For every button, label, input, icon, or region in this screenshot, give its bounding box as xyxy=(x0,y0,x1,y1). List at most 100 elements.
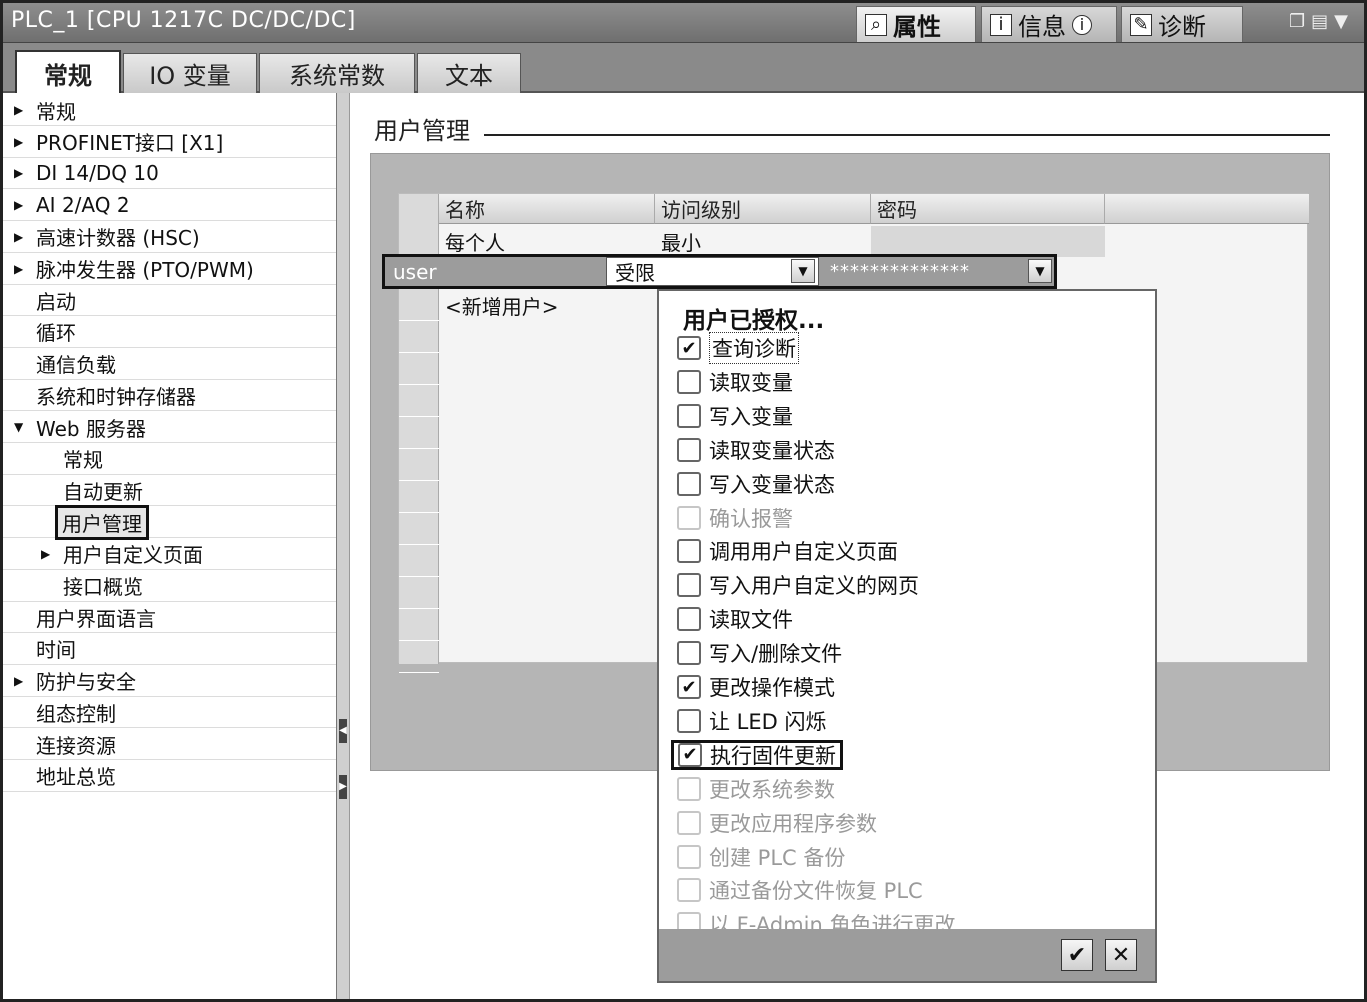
expand-right-icon[interactable]: ▶ xyxy=(14,198,23,212)
permission-option[interactable]: 让 LED 闪烁 xyxy=(677,706,827,736)
sidebar-item[interactable]: 系统和时钟存储器 xyxy=(3,380,336,412)
expand-right-icon[interactable]: ▶ xyxy=(339,775,347,799)
permission-option[interactable]: ✔ 查询诊断 xyxy=(677,332,799,364)
sidebar-item[interactable]: 用户管理 xyxy=(3,504,336,540)
checkbox-icon[interactable] xyxy=(677,708,701,733)
expand-right-icon[interactable]: ▶ xyxy=(14,262,23,276)
chevron-down-icon[interactable]: ▼ xyxy=(1334,11,1354,32)
permission-option[interactable]: 写入/删除文件 xyxy=(677,638,842,668)
panel-tab-diagnostics[interactable]: ✎ 诊断 xyxy=(1121,6,1243,42)
checkbox-checked-icon[interactable]: ✔ xyxy=(678,742,702,767)
permission-option[interactable]: 写入变量状态 xyxy=(677,469,835,499)
permission-option[interactable]: ✔ 执行固件更新 xyxy=(671,739,843,770)
checkbox-icon[interactable] xyxy=(677,403,701,428)
sidebar-item[interactable]: 连接资源 xyxy=(3,729,336,760)
permission-option[interactable]: 读取文件 xyxy=(677,604,793,634)
permission-label: 读取变量状态 xyxy=(709,438,835,463)
window-controls[interactable]: ❐▤▼ xyxy=(1289,11,1354,32)
confirm-button[interactable]: ✔ xyxy=(1061,939,1093,971)
expand-right-icon[interactable]: ▶ xyxy=(14,103,23,117)
password-cell[interactable]: ************** xyxy=(822,257,1054,286)
user-name-cell[interactable]: user xyxy=(385,257,603,286)
tab-io-tags[interactable]: IO 变量 xyxy=(123,53,257,93)
checkbox-icon[interactable] xyxy=(677,437,701,462)
table-row-add-user[interactable]: <新增用户> xyxy=(439,290,655,321)
expand-down-icon[interactable]: ▼ xyxy=(14,420,23,434)
permission-option[interactable]: ✔ 更改操作模式 xyxy=(677,672,835,702)
checkbox-icon[interactable] xyxy=(677,539,701,564)
column-header-access-level[interactable]: 访问级别 xyxy=(655,194,871,224)
sidebar-item[interactable]: ▶ 防护与安全 xyxy=(3,666,336,697)
permission-option[interactable]: 写入变量 xyxy=(677,401,793,431)
column-header-name[interactable]: 名称 xyxy=(439,194,655,224)
expand-right-icon[interactable]: ▶ xyxy=(14,135,23,149)
checkbox-checked-icon[interactable]: ✔ xyxy=(677,336,701,360)
sidebar-item-label: 时间 xyxy=(36,638,76,663)
sidebar-item[interactable]: ▶ 高速计数器 (HSC) xyxy=(3,222,336,253)
permission-label: 更改应用程序参数 xyxy=(709,811,877,836)
sidebar-item[interactable]: ▶ AI 2/AQ 2 xyxy=(3,190,336,222)
cancel-button[interactable]: ✕ xyxy=(1105,939,1137,971)
sidebar-item[interactable]: 通信负载 xyxy=(3,349,336,380)
sidebar-item[interactable]: ▶ DI 14/DQ 10 xyxy=(3,158,336,190)
expand-right-icon[interactable]: ▶ xyxy=(14,230,23,244)
sidebar-item-label: AI 2/AQ 2 xyxy=(36,193,130,218)
permission-option[interactable]: 读取变量 xyxy=(677,367,793,397)
sidebar-item[interactable]: 组态控制 xyxy=(3,697,336,729)
splitter[interactable]: ◀ ▶ xyxy=(336,93,350,999)
checkbox-icon[interactable] xyxy=(677,573,701,598)
password-dropdown-icon[interactable]: ▼ xyxy=(1028,259,1052,283)
checkbox-icon[interactable] xyxy=(677,369,701,394)
sidebar-item[interactable]: ▶ PROFINET接口 [X1] xyxy=(3,127,336,158)
collapse-left-icon[interactable]: ◀ xyxy=(339,719,347,743)
sidebar-item[interactable]: ▶ 常规 xyxy=(3,95,336,126)
grid-line xyxy=(399,320,439,321)
table-row-access-level[interactable]: 最小 xyxy=(655,226,871,257)
table-row-name[interactable]: 每个人 xyxy=(439,226,655,257)
sidebar-item[interactable]: 时间 xyxy=(3,634,336,665)
expand-right-icon[interactable]: ▶ xyxy=(14,674,23,688)
expand-right-icon[interactable]: ▶ xyxy=(41,547,50,561)
table-row-password xyxy=(871,226,1105,257)
sidebar-item[interactable]: 循环 xyxy=(3,317,336,348)
permission-option: 更改系统参数 xyxy=(677,774,835,804)
sidebar-item[interactable]: ▶ 脉冲发生器 (PTO/PWM) xyxy=(3,254,336,285)
restore-icon[interactable]: ❐ xyxy=(1289,11,1311,32)
chevron-down-icon[interactable]: ▼ xyxy=(791,259,815,283)
permission-option[interactable]: 读取变量状态 xyxy=(677,435,835,465)
window-title: PLC_1 [CPU 1217C DC/DC/DC] xyxy=(11,8,356,33)
sidebar-item[interactable]: 地址总览 xyxy=(3,761,336,792)
checkbox-checked-icon[interactable]: ✔ xyxy=(677,675,701,699)
sidebar-item[interactable]: 接口概览 xyxy=(3,571,336,602)
permission-label: 创建 PLC 备份 xyxy=(709,845,846,870)
access-level-combo[interactable]: 受限 xyxy=(606,257,819,286)
tab-general[interactable]: 常规 xyxy=(15,50,121,95)
sidebar-item[interactable]: 常规 xyxy=(3,444,336,475)
sidebar-item[interactable]: ▶ 用户自定义页面 xyxy=(3,539,336,570)
panel-tab-info[interactable]: ⅰ 信息 i xyxy=(981,6,1117,42)
checkbox-icon xyxy=(677,810,701,835)
checkbox-icon[interactable] xyxy=(677,641,701,666)
sidebar-item[interactable]: 启动 xyxy=(3,285,336,317)
panel-tab-properties[interactable]: ⌕ 属性 xyxy=(856,6,976,42)
sidebar-item[interactable]: ▼ Web 服务器 xyxy=(3,412,336,443)
column-header-password[interactable]: 密码 xyxy=(871,194,1105,224)
navigation-tree: ▶ 常规 ▶ PROFINET接口 [X1] ▶ DI 14/DQ 10 ▶ AI 2/AQ … xyxy=(3,93,336,999)
tab-text[interactable]: 文本 xyxy=(417,53,521,93)
permission-option[interactable]: 写入用户自定义的网页 xyxy=(677,570,919,600)
expand-right-icon[interactable]: ▶ xyxy=(14,166,23,180)
permission-option[interactable]: 调用用户自定义页面 xyxy=(677,536,898,566)
permission-label: 调用用户自定义页面 xyxy=(709,540,898,565)
permission-label: 写入用户自定义的网页 xyxy=(709,574,919,599)
table-row-selected[interactable]: user 受限 ▼ ************** ▼ xyxy=(382,254,1057,289)
section-title: 用户管理 xyxy=(374,117,470,145)
sidebar-item[interactable]: 用户界面语言 xyxy=(3,602,336,634)
sidebar-item-label: 高速计数器 (HSC) xyxy=(36,226,200,251)
tab-system-constants[interactable]: 系统常数 xyxy=(259,53,415,93)
list-icon[interactable]: ▤ xyxy=(1311,11,1334,32)
permission-label: 查询诊断 xyxy=(709,332,799,364)
sidebar-item[interactable]: 自动更新 xyxy=(3,475,336,507)
checkbox-icon[interactable] xyxy=(677,471,701,496)
checkbox-icon[interactable] xyxy=(677,607,701,632)
sidebar-item-label: 用户管理 xyxy=(55,504,149,540)
